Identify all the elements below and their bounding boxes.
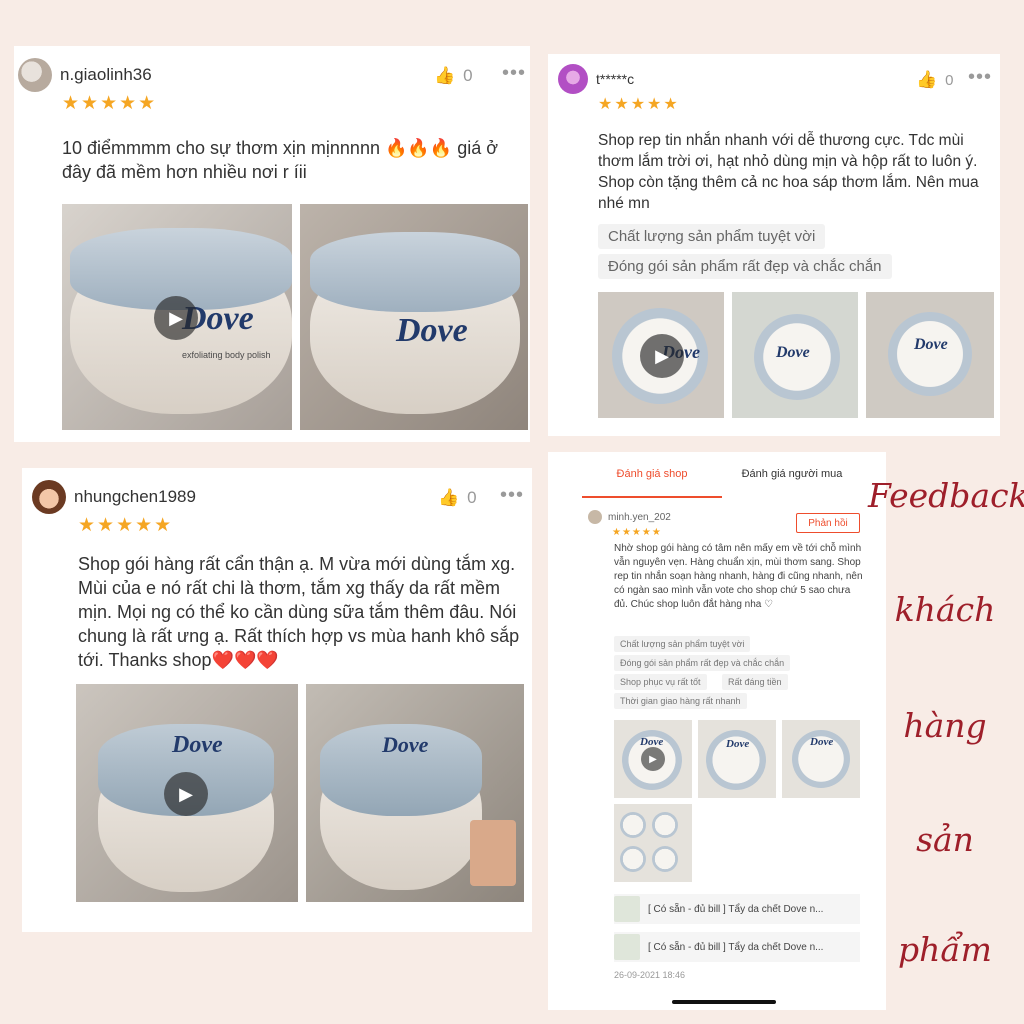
brand-logo: Dove <box>810 736 834 748</box>
review-photo[interactable] <box>614 804 692 882</box>
tab-buyer-reviews[interactable]: Đánh giá người mua <box>722 468 862 498</box>
linked-product[interactable]: [ Có sẵn - đủ bill ] Tẩy da chết Dove n.… <box>614 894 860 924</box>
rating-stars: ★★★★★ <box>612 527 662 538</box>
review-header: nhungchen1989 <box>32 480 196 514</box>
review-video-thumbnail[interactable]: Dove ▶ <box>76 684 298 902</box>
gift-box <box>470 820 516 886</box>
review-photo[interactable]: Dove <box>732 292 858 418</box>
play-icon[interactable]: ▶ <box>154 296 198 340</box>
product-jar <box>888 312 972 396</box>
product-jar <box>620 812 646 838</box>
thumbs-up-icon[interactable]: 👍 <box>438 488 459 508</box>
username[interactable]: t*****c <box>596 71 634 87</box>
rating-stars: ★★★★★ <box>78 515 174 536</box>
review-card-1: n.giaolinh36 👍 0 ••• ★★★★★ 10 điểmmmm ch… <box>14 46 530 442</box>
like-count: 0 <box>945 71 954 89</box>
review-photo[interactable]: Dove <box>300 204 528 430</box>
review-header: n.giaolinh36 <box>18 58 152 92</box>
review-photo[interactable]: Dove <box>306 684 524 902</box>
review-tag: Chất lượng sản phẩm tuyệt vời <box>598 224 826 249</box>
more-dots-icon[interactable]: ••• <box>502 62 526 85</box>
review-text: Nhờ shop gói hàng có tâm nên mấy em về t… <box>614 543 863 610</box>
avatar[interactable] <box>588 510 602 524</box>
review-photo[interactable]: Dove <box>698 720 776 798</box>
username[interactable]: n.giaolinh36 <box>60 65 152 85</box>
play-icon[interactable]: ▶ <box>164 772 208 816</box>
photo-caption: exfoliating body polish <box>182 350 271 360</box>
side-title-line-2: khách <box>894 590 996 629</box>
brand-logo: Dove <box>914 336 948 353</box>
more-dots-icon[interactable]: ••• <box>500 484 524 507</box>
review-tabs: Đánh giá shop Đánh giá người mua <box>582 468 862 498</box>
brand-logo: Dove <box>726 738 750 750</box>
product-title: [ Có sẵn - đủ bill ] Tẩy da chết Dove n.… <box>648 903 824 915</box>
review-text: 10 điểmmmm cho sự thơm xịn mịnnnnn 🔥🔥🔥 g… <box>62 138 499 182</box>
review-video-thumbnail[interactable]: Dove ▶ <box>598 292 724 418</box>
like-count: 0 <box>463 66 473 85</box>
product-jar <box>652 846 678 872</box>
avatar[interactable] <box>558 64 588 94</box>
username[interactable]: nhungchen1989 <box>74 487 196 507</box>
review-tag: Rất đáng tiền <box>722 674 788 690</box>
product-lid <box>310 232 520 312</box>
like-button[interactable]: 👍 0 <box>438 488 477 508</box>
review-tag: Đóng gói sản phẩm rất đẹp và chắc chắn <box>614 655 791 671</box>
product-title: [ Có sẵn - đủ bill ] Tẩy da chết Dove n.… <box>648 941 824 953</box>
product-jar <box>652 812 678 838</box>
avatar[interactable] <box>32 480 66 514</box>
brand-logo: Dove <box>382 732 429 757</box>
like-button[interactable]: 👍 0 <box>916 70 954 90</box>
review-card-3: nhungchen1989 👍 0 ••• ★★★★★ Shop gói hàn… <box>22 468 532 932</box>
linked-product[interactable]: [ Có sẵn - đủ bill ] Tẩy da chết Dove n.… <box>614 932 860 962</box>
username[interactable]: minh.yen_202 <box>608 512 671 523</box>
home-indicator <box>672 1000 776 1004</box>
more-dots-icon[interactable]: ••• <box>968 66 992 89</box>
like-count: 0 <box>467 488 477 507</box>
play-icon[interactable]: ▶ <box>640 334 684 378</box>
avatar[interactable] <box>18 58 52 92</box>
review-date: 26-09-2021 18:46 <box>614 970 686 980</box>
review-text: Shop gói hàng rất cẩn thận ạ. M vừa mới … <box>78 554 520 670</box>
brand-logo: Dove <box>776 344 810 361</box>
like-button[interactable]: 👍 0 <box>434 66 473 86</box>
play-icon[interactable]: ▶ <box>641 747 665 771</box>
tab-shop-reviews[interactable]: Đánh giá shop <box>582 468 722 498</box>
review-text: Shop rep tin nhắn nhanh với dễ thương cự… <box>598 132 979 212</box>
review-header: minh.yen_202 <box>588 510 671 524</box>
review-card-2: t*****c 👍 0 ••• ★★★★★ Shop rep tin nhắn … <box>548 54 1000 436</box>
reply-button[interactable]: Phản hồi <box>796 513 860 533</box>
review-video-thumbnail[interactable]: Dove exfoliating body polish ▶ <box>62 204 292 430</box>
review-photo[interactable]: Dove <box>866 292 994 418</box>
review-tag: Chất lượng sản phẩm tuyệt vời <box>614 636 751 652</box>
side-title-line-5: phẩm <box>898 930 992 969</box>
rating-stars: ★★★★★ <box>598 96 680 113</box>
review-video-thumbnail[interactable]: Dove ▶ <box>614 720 692 798</box>
review-tag: Đóng gói sản phẩm rất đẹp và chắc chắn <box>598 254 892 279</box>
review-tag: Thời gian giao hàng rất nhanh <box>614 693 747 709</box>
thumbs-up-icon[interactable]: 👍 <box>916 70 937 90</box>
product-jar <box>620 846 646 872</box>
brand-logo: Dove <box>396 312 468 349</box>
phone-review-screenshot: Đánh giá shop Đánh giá người mua minh.ye… <box>548 452 886 1010</box>
product-thumbnail <box>614 934 640 960</box>
side-title-line-1: Feedback <box>868 476 1024 515</box>
rating-stars: ★★★★★ <box>62 93 158 114</box>
review-header: t*****c <box>558 64 634 94</box>
side-title-line-3: hàng <box>903 706 987 745</box>
review-photo[interactable]: Dove <box>782 720 860 798</box>
review-tag: Shop phục vụ rất tốt <box>614 674 707 690</box>
side-title-line-4: sản <box>916 820 974 859</box>
product-thumbnail <box>614 896 640 922</box>
brand-logo: Dove <box>172 732 223 758</box>
thumbs-up-icon[interactable]: 👍 <box>434 66 455 86</box>
